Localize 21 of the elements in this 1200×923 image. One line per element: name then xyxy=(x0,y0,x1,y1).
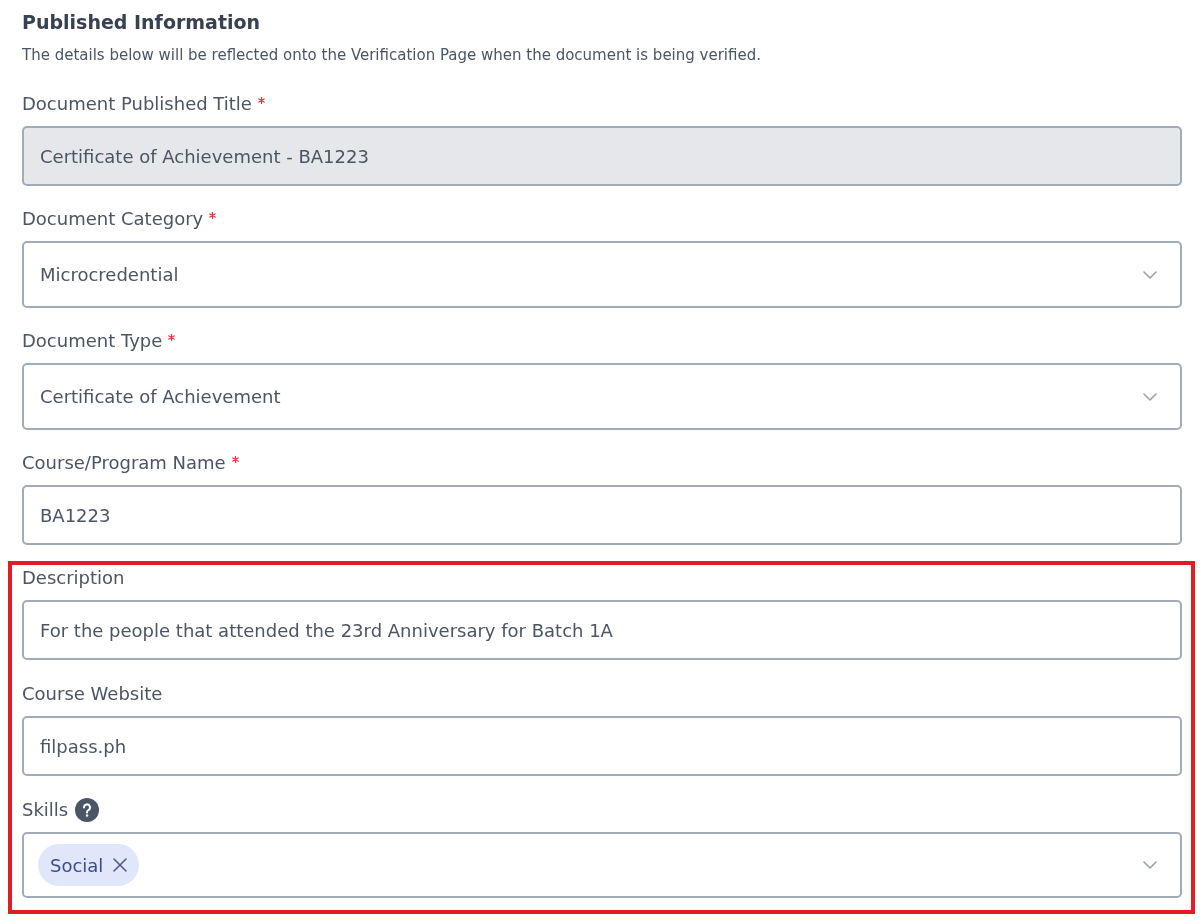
field-label: Course/Program Name xyxy=(22,451,226,475)
chevron-down-icon xyxy=(1143,392,1157,401)
dropdown-field[interactable]: Microcredential xyxy=(22,241,1182,308)
text-field[interactable]: For the people that attended the 23rd Anniversary for Batch 1A xyxy=(22,600,1182,660)
tag-input-field[interactable]: Social xyxy=(22,832,1182,898)
field-label: Document Category xyxy=(22,207,204,231)
section-description: The details below will be reflected onto the Verification Page when the document is being verified. xyxy=(22,45,762,65)
text-field[interactable]: BA1223 xyxy=(22,485,1182,545)
field-label: Document Published Title xyxy=(22,92,252,116)
field-label: Document Type xyxy=(22,329,163,353)
field-label: Skills xyxy=(22,798,69,822)
text-field[interactable]: filpass.ph xyxy=(22,716,1182,776)
field-label: Description xyxy=(22,566,125,590)
chevron-down-icon xyxy=(1143,270,1157,279)
section-title: Published Information xyxy=(22,10,262,35)
chevron-down-icon xyxy=(1143,861,1157,869)
help-icon[interactable] xyxy=(75,798,100,822)
dropdown-field[interactable]: Certificate of Achievement xyxy=(22,363,1182,430)
field-label: Course Website xyxy=(22,682,163,706)
remove-icon[interactable] xyxy=(113,858,128,872)
tag-label: Social xyxy=(50,854,104,876)
